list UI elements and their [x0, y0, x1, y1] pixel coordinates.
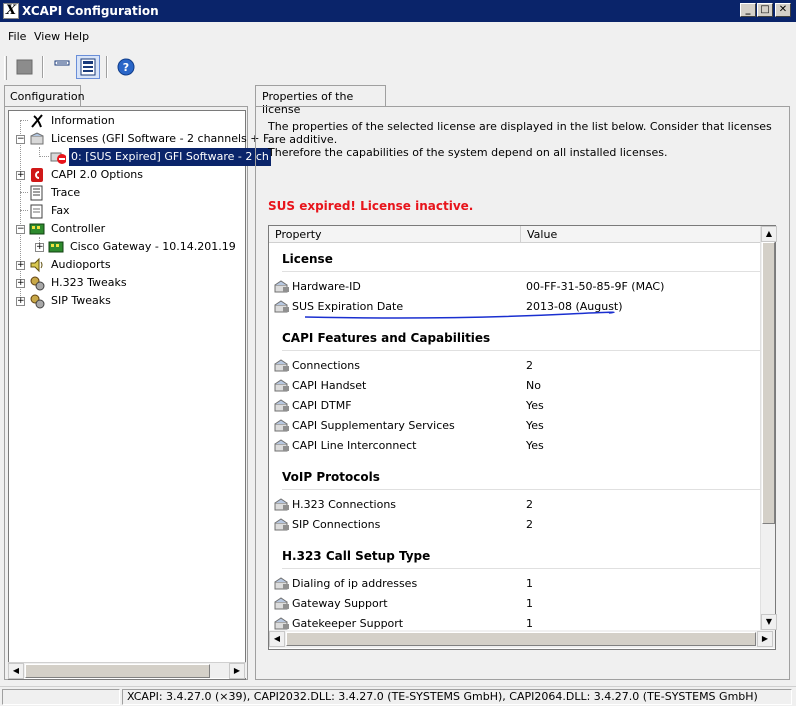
toolbar-separator — [42, 56, 44, 78]
tree-item-label: SIP Tweaks — [51, 294, 111, 307]
menu-view[interactable]: View — [34, 30, 60, 43]
tree-item-label: Licenses (GFI Software - 2 channels + F.… — [51, 132, 279, 145]
app-icon: X — [3, 3, 19, 19]
tree-item-information[interactable]: Information — [9, 112, 245, 130]
properties-horizontal-scrollbar[interactable]: ◀ ▶ — [269, 630, 775, 648]
window-title: XCAPI Configuration — [22, 4, 159, 18]
licenses-icon — [30, 132, 44, 145]
scrollbar-thumb[interactable] — [25, 664, 210, 678]
scrollbar-thumb[interactable] — [286, 632, 756, 646]
tree-item-label: Information — [51, 114, 115, 127]
controller-icon — [29, 223, 45, 235]
title-bar: X XCAPI Configuration _ □ ✕ — [0, 0, 796, 22]
license-warning: SUS expired! License inactive. — [268, 199, 474, 213]
annotation-underline — [304, 311, 615, 319]
menu-bar: File View Help — [0, 26, 796, 48]
help-button[interactable]: ? — [114, 55, 138, 79]
properties-list[interactable]: Property Value License Hardware-ID 00-FF-3… — [268, 225, 776, 650]
information-icon — [31, 114, 43, 128]
status-text: XCAPI: 3.4.27.0 (×39), CAPI2032.DLL: 3.4… — [122, 689, 792, 705]
tree-item-label: CAPI 2.0 Options — [51, 168, 144, 181]
tree-item-label: Trace — [51, 186, 81, 199]
tree-item-trace[interactable]: Trace — [9, 184, 245, 202]
expand-icon[interactable]: + — [16, 279, 25, 288]
fax-icon — [30, 204, 43, 219]
tab-configuration[interactable]: Configuration — [4, 85, 85, 107]
svg-text:?: ? — [123, 61, 129, 74]
expand-icon[interactable]: + — [35, 243, 44, 252]
capi-icon — [31, 168, 43, 182]
sip-tweaks-icon — [30, 294, 45, 309]
detail-view-button[interactable] — [76, 55, 100, 79]
tree-item-h323-tweaks[interactable]: + H.323 Tweaks — [9, 274, 245, 292]
toolbar-grip — [4, 56, 7, 80]
tree-item-label: Fax — [51, 204, 70, 217]
tree-item-label: 0: [SUS Expired] GFI Software - 2 ch — [69, 148, 271, 166]
toolbar-separator — [106, 56, 108, 78]
description-text: The properties of the selected license a… — [268, 120, 778, 159]
expand-icon[interactable]: + — [16, 297, 25, 306]
collapse-icon[interactable]: − — [16, 225, 25, 234]
description-line: The properties of the selected license a… — [268, 120, 772, 146]
expand-icon[interactable]: + — [16, 171, 25, 180]
list-view-button[interactable] — [50, 55, 74, 79]
status-bar: XCAPI: 3.4.27.0 (×39), CAPI2032.DLL: 3.4… — [0, 686, 796, 706]
gateway-icon — [48, 241, 64, 253]
list-view-icon — [54, 60, 70, 66]
properties-vertical-scrollbar[interactable]: ▲ ▼ — [760, 226, 777, 630]
stop-button[interactable] — [13, 55, 37, 79]
audioports-icon — [30, 257, 43, 273]
tree-item-controller[interactable]: − Controller — [9, 220, 245, 238]
tree-item-license-0[interactable]: 0: [SUS Expired] GFI Software - 2 ch — [9, 148, 271, 166]
tree-item-audioports[interactable]: + Audioports — [9, 256, 245, 274]
h323-tweaks-icon — [30, 276, 45, 291]
tree-item-label: Cisco Gateway - 10.14.201.19 — [70, 240, 236, 253]
tab-license-properties[interactable]: Properties of the license — [255, 85, 386, 116]
expand-icon[interactable]: + — [16, 261, 25, 270]
tree-item-fax[interactable]: Fax — [9, 202, 245, 220]
tree-item-capi-options[interactable]: + CAPI 2.0 Options — [9, 166, 245, 184]
menu-help[interactable]: Help — [64, 30, 89, 43]
help-icon: ? — [117, 58, 135, 76]
menu-file[interactable]: File — [8, 30, 26, 43]
toolbar: ? — [0, 52, 796, 82]
scroll-right-icon[interactable]: ▶ — [757, 631, 773, 647]
tree-item-label: H.323 Tweaks — [51, 276, 127, 289]
tree-item-sip-tweaks[interactable]: + SIP Tweaks — [9, 292, 245, 310]
trace-icon — [30, 185, 43, 201]
tree-item-cisco-gateway[interactable]: + Cisco Gateway - 10.14.201.19 — [9, 238, 245, 256]
configuration-tree[interactable]: Information − Licenses (GFI Software - 2… — [8, 110, 278, 680]
tree-item-label: Controller — [51, 222, 106, 235]
license-expired-icon — [50, 152, 66, 164]
description-line: Therefore the capabilities of the system… — [268, 146, 668, 159]
scroll-left-icon[interactable]: ◀ — [8, 663, 24, 679]
tree-horizontal-scrollbar[interactable]: ◀ ▶ — [8, 662, 246, 679]
stop-icon — [16, 59, 33, 75]
scrollbar-thumb[interactable] — [762, 242, 775, 524]
collapse-icon[interactable]: − — [16, 135, 25, 144]
tree-item-licenses[interactable]: − Licenses (GFI Software - 2 channels + … — [9, 130, 278, 148]
scroll-down-icon[interactable]: ▼ — [761, 614, 777, 630]
close-button[interactable]: ✕ — [775, 3, 791, 17]
maximize-button[interactable]: □ — [757, 3, 773, 17]
minimize-button[interactable]: _ — [740, 3, 756, 17]
scroll-up-icon[interactable]: ▲ — [761, 226, 777, 242]
tree-item-label: Audioports — [51, 258, 111, 271]
status-panel-empty — [2, 689, 120, 705]
detail-view-icon — [80, 58, 96, 76]
scroll-right-icon[interactable]: ▶ — [229, 663, 245, 679]
scroll-left-icon[interactable]: ◀ — [269, 631, 285, 647]
